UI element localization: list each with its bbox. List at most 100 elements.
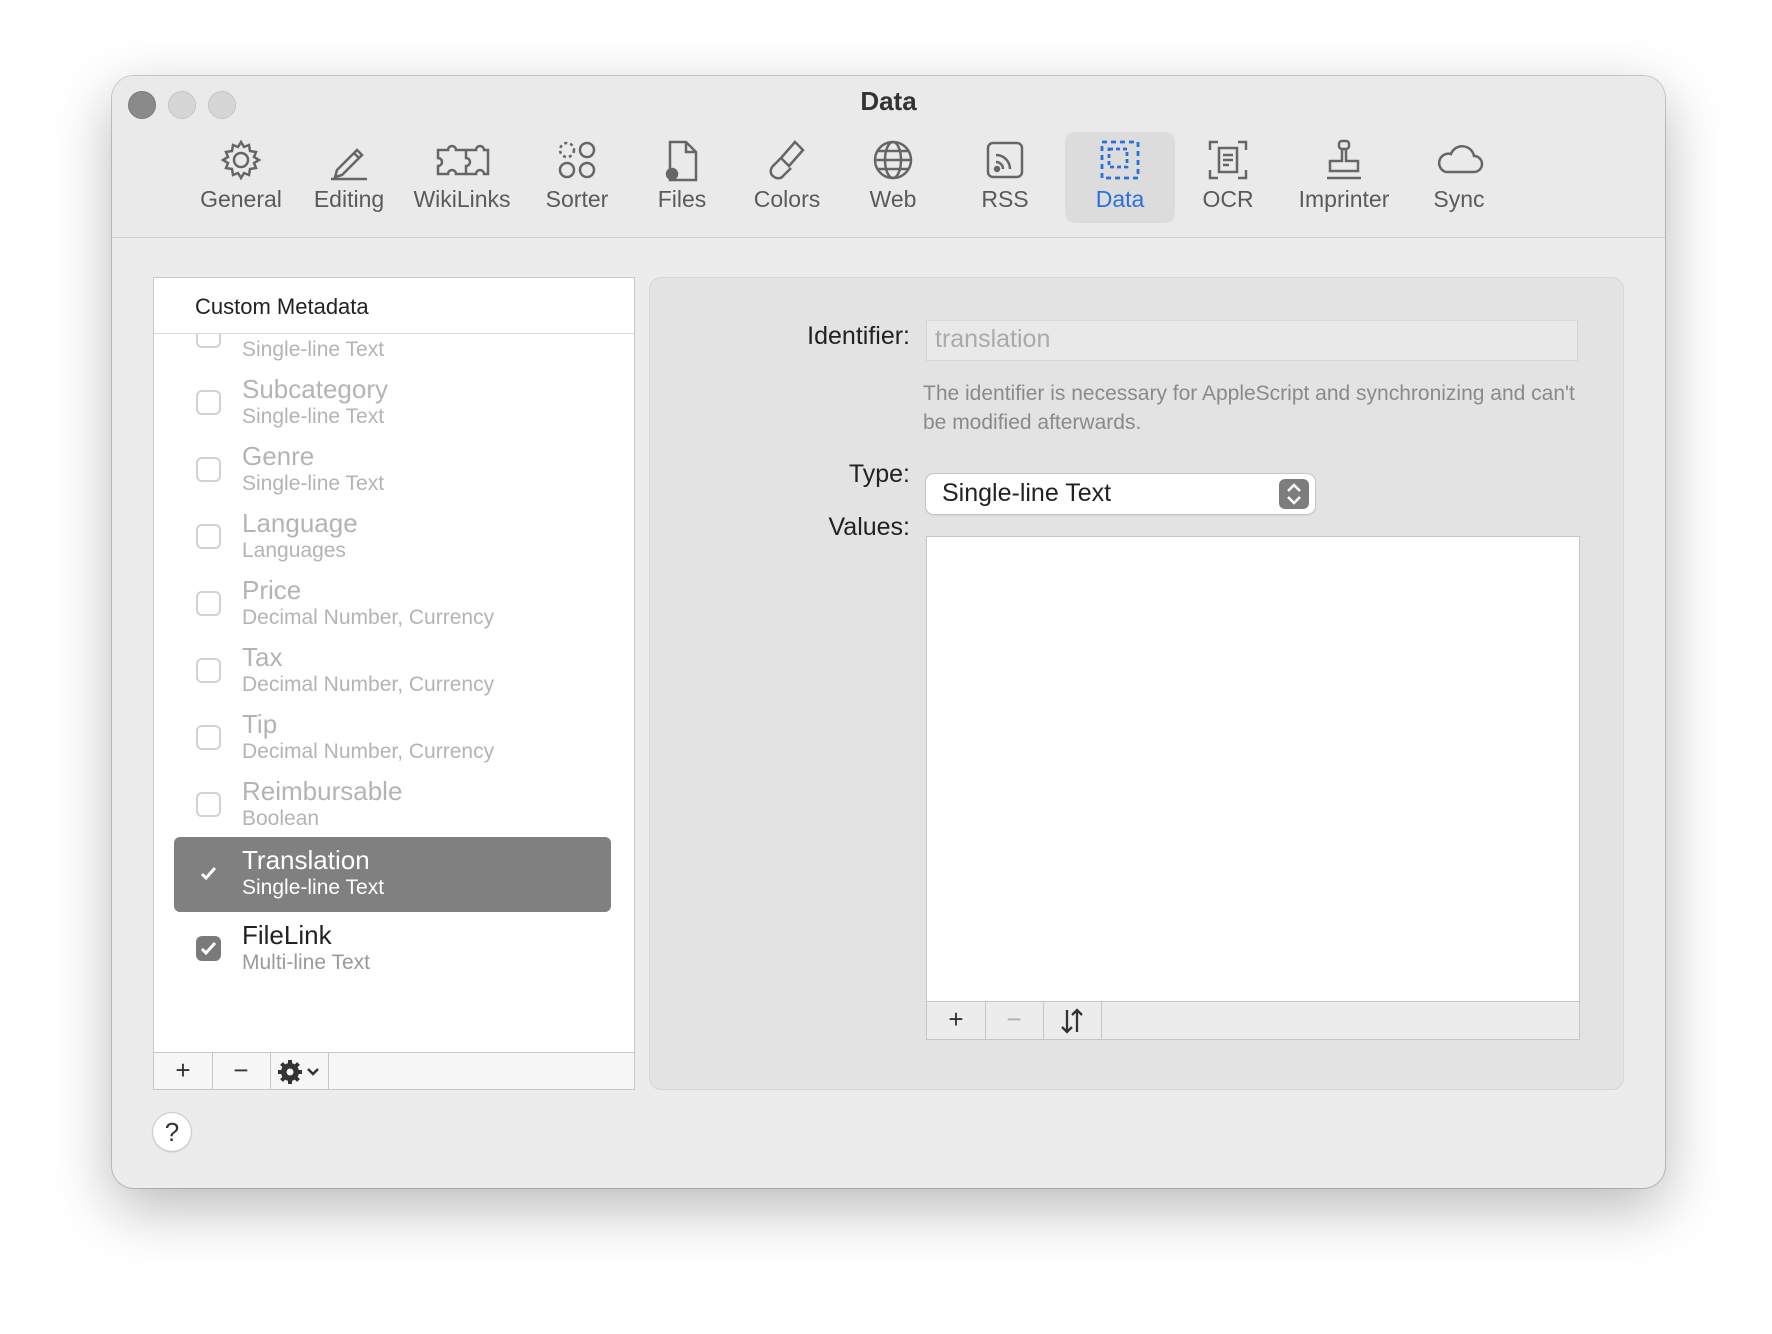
preferences-window: Data General Editing WikiLinks Sorter Fi… [112,76,1665,1188]
checkbox[interactable] [196,792,221,817]
type-popup-button[interactable]: Single-line Text [926,474,1315,514]
tab-label: Editing [313,186,385,212]
item-name: Tip [242,709,278,739]
checkmark-icon [200,866,217,881]
cloud-icon [1437,145,1484,174]
identifier-label: Identifier: [807,322,910,350]
checkmark-icon [200,941,217,956]
tab-label: Sync [1433,186,1485,212]
detail-panel: Identifier: translation The identifier i… [649,277,1624,1090]
gear-icon [278,1060,319,1084]
tab-colors[interactable]: Colors [732,132,842,223]
values-list[interactable] [926,536,1580,1002]
chevron-down-icon [307,1068,319,1076]
sorter-icon [558,141,596,179]
item-type: Decimal Number, Currency [242,606,495,629]
list-body[interactable]: Single-line Text Subcategory Single-line… [154,334,634,1034]
remove-metadata-button[interactable]: − [212,1053,271,1089]
item-name: FileLink [242,920,332,950]
checkbox[interactable] [196,725,221,750]
list-item[interactable]: Language Languages [174,500,611,575]
list-item[interactable]: Genre Single-line Text [174,433,611,508]
tab-label: Files [657,186,707,212]
tab-label: Colors [753,186,821,212]
tab-sync[interactable]: Sync [1409,132,1509,223]
checkbox[interactable] [196,658,221,683]
list-item[interactable]: FileLink Multi-line Text [174,912,611,987]
type-value: Single-line Text [942,479,1112,507]
item-name: Translation [242,845,370,875]
tab-files[interactable]: Files [632,132,732,223]
pencil-icon [331,148,367,181]
paintbrush-icon [769,140,805,180]
item-type: Decimal Number, Currency [242,673,495,696]
tab-label: General [200,186,282,212]
list-item[interactable]: Tax Decimal Number, Currency [174,634,611,709]
checkbox[interactable] [196,936,221,961]
tab-label: Data [1095,186,1145,212]
list-item[interactable]: Reimbursable Boolean [174,768,611,843]
list-item[interactable]: Tip Decimal Number, Currency [174,701,611,776]
tab-wikilinks[interactable]: WikiLinks [402,132,522,223]
list-item[interactable]: Subcategory Single-line Text [174,366,611,441]
checkbox[interactable] [196,524,221,549]
item-type: Multi-line Text [242,951,370,974]
list-button-bar: + − [154,1052,634,1089]
custom-metadata-list: Custom Metadata Single-line Text Subcate… [153,277,635,1090]
item-name: Genre [242,441,315,471]
checkbox[interactable] [196,591,221,616]
tab-label: Sorter [545,186,609,212]
item-type: Single-line Text [242,876,385,899]
identifier-field: translation [926,320,1578,361]
item-type: Single-line Text [242,472,385,495]
item-type: Decimal Number, Currency [242,740,495,763]
values-label: Values: [828,513,910,541]
data-icon [1100,140,1140,180]
tab-rss[interactable]: RSS [955,132,1055,223]
puzzle-icon [436,144,490,176]
titlebar: Data General Editing WikiLinks Sorter Fi… [112,76,1665,238]
add-value-button[interactable]: + [927,1002,986,1039]
tab-label: Imprinter [1298,186,1390,212]
item-type: Languages [242,539,346,562]
add-metadata-button[interactable]: + [154,1053,213,1089]
tab-web[interactable]: Web [843,132,943,223]
tab-general[interactable]: General [190,132,292,223]
actions-menu-button[interactable] [270,1053,329,1089]
checkbox[interactable] [196,457,221,482]
tab-label: RSS [981,186,1029,212]
list-header: Custom Metadata [154,278,634,334]
help-button[interactable]: ? [153,1113,191,1151]
remove-value-button[interactable]: − [985,1002,1044,1039]
tab-imprinter[interactable]: Imprinter [1282,132,1406,223]
tab-ocr[interactable]: OCR [1178,132,1278,223]
files-icon [665,140,698,182]
item-name: Price [242,575,302,605]
stamp-icon [1327,139,1361,180]
item-name: Reimbursable [242,776,403,806]
values-button-bar: + − [926,1002,1580,1040]
sort-arrows-icon [1061,1008,1083,1034]
window-title: Data [860,86,917,116]
checkbox[interactable] [196,861,221,886]
checkbox[interactable] [196,390,221,415]
tab-sorter[interactable]: Sorter [527,132,627,223]
item-name: Language [242,508,358,538]
sort-values-button[interactable] [1043,1002,1102,1039]
item-name: Subcategory [242,374,388,404]
item-type: Single-line Text [242,405,385,428]
tab-editing[interactable]: Editing [297,132,401,223]
item-type: Boolean [242,807,320,830]
item-name: Tax [242,642,283,672]
list-item-selected[interactable]: Translation Single-line Text [174,837,611,912]
updown-chevron-icon [1279,479,1309,509]
list-item[interactable]: Price Decimal Number, Currency [174,567,611,642]
item-type: Single-line Text [242,338,385,361]
list-header-label: Custom Metadata [195,294,369,319]
checkbox[interactable] [196,334,221,348]
tab-label: WikiLinks [413,186,511,212]
identifier-help-text: The identifier is necessary for AppleScr… [923,382,1575,434]
globe-icon [873,140,913,180]
tab-data[interactable]: Data [1065,132,1175,223]
tab-label: Web [869,186,917,212]
